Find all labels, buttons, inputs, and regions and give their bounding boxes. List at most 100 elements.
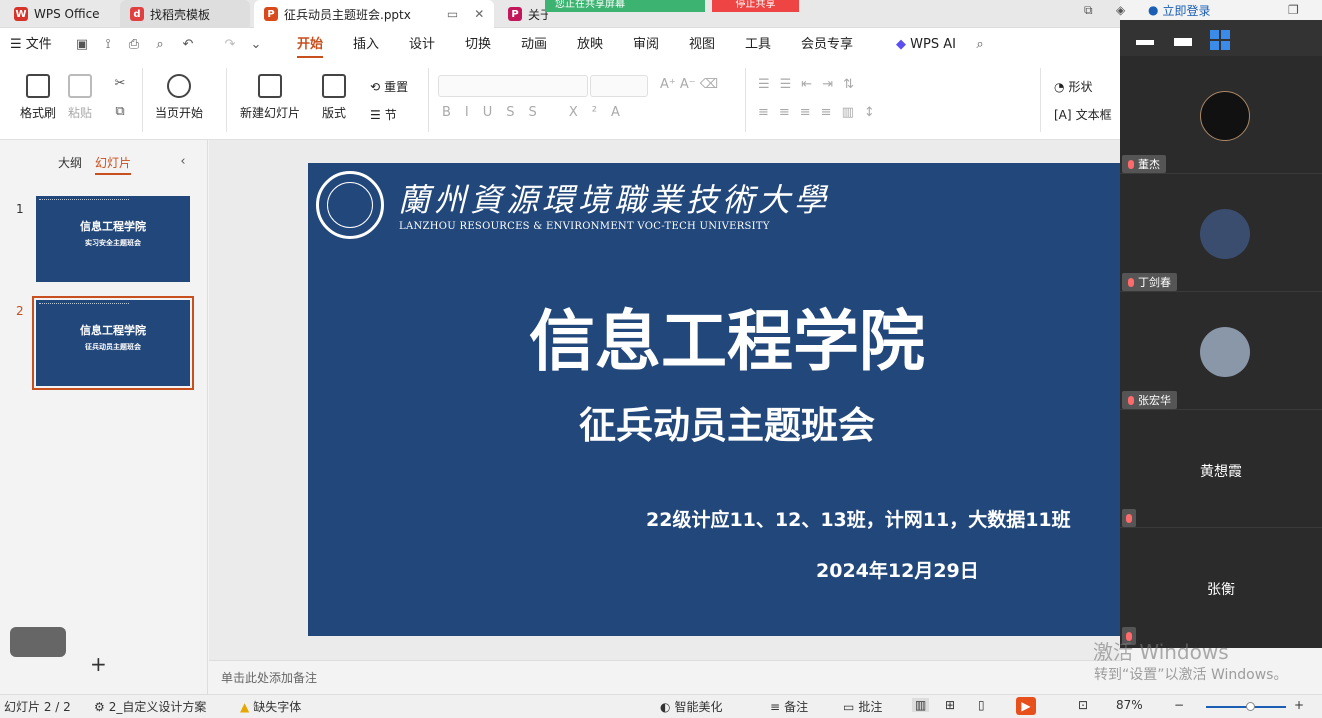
tab-slides[interactable]: 幻灯片 [95, 154, 132, 175]
separator [226, 68, 227, 132]
file-menu[interactable]: ☰ 文件 [10, 28, 52, 62]
brush-icon [26, 74, 50, 98]
menu-insert[interactable]: 插入 [353, 28, 379, 62]
slide-subtitle[interactable]: 征兵动员主题班会 [308, 395, 1120, 449]
paste-button[interactable]: 粘贴 [68, 74, 92, 121]
stop-sharing-button[interactable]: 停止共享 [712, 0, 799, 12]
comments-button[interactable]: ▭ 批注 [843, 698, 882, 715]
list-icons[interactable]: ☰☰⇤⇥⇅ [758, 77, 864, 92]
menu-design[interactable]: 设计 [409, 28, 435, 62]
wps-ai-label: WPS AI [910, 37, 956, 52]
cut-icon[interactable]: ✂ [112, 76, 128, 92]
new-slide-icon [258, 74, 282, 98]
notes-input[interactable]: 单击此处添加备注 [209, 660, 1120, 694]
tab-wps-office[interactable]: W WPS Office [4, 0, 114, 28]
more-chevron-icon[interactable]: ⌄ [248, 37, 264, 53]
participant-card[interactable]: 丁剑春 [1120, 175, 1322, 292]
zoom-slider-thumb[interactable] [1246, 702, 1255, 711]
restore-window-icon[interactable]: ❐ [1288, 0, 1299, 20]
section-button[interactable]: ☰ 节 [370, 106, 397, 123]
copy-icon[interactable]: ⧉ [112, 104, 128, 120]
screen-icon[interactable]: ▭ [447, 7, 458, 21]
thumbnail-number: 1 [16, 202, 24, 216]
design-scheme[interactable]: ⚙ 2_自定义设计方案 [94, 698, 206, 715]
layout-button[interactable]: 版式 [322, 74, 346, 121]
menu-tools[interactable]: 工具 [745, 28, 771, 62]
participant-card[interactable]: 黄想霞 [1120, 411, 1322, 528]
font-size-select[interactable] [590, 75, 648, 97]
window-icon[interactable]: ⧉ [1084, 0, 1093, 20]
save-icon[interactable]: ▣ [74, 37, 90, 53]
menu-home[interactable]: 开始 [297, 28, 324, 62]
minimize-icon[interactable] [1136, 40, 1154, 45]
notes-button[interactable]: ≡ 备注 [770, 698, 808, 715]
slide-title[interactable]: 信息工程学院 [308, 288, 1120, 384]
slide-thumbnail-1[interactable]: 信息工程学院 实习安全主题班会 [36, 196, 190, 282]
design-label: 2_自定义设计方案 [108, 700, 207, 714]
menu-transition[interactable]: 切换 [465, 28, 491, 62]
missing-font-label: 缺失字体 [253, 700, 302, 714]
fit-window-icon[interactable]: ⊡ [1078, 698, 1088, 712]
meeting-toolbar [1120, 20, 1322, 56]
slide-date[interactable]: 2024年12月29日 [816, 556, 979, 583]
tab-docer-templates[interactable]: d 找稻壳模板 [120, 0, 250, 28]
grow-font-icon[interactable]: A⁺ A⁻ ⌫ [660, 77, 718, 92]
add-slide-icon[interactable]: + [90, 652, 107, 676]
collapse-panel-icon[interactable]: ‹ [175, 154, 191, 170]
slide-thumbnail-2[interactable]: 信息工程学院 征兵动员主题班会 [32, 296, 194, 390]
menu-view[interactable]: 视图 [689, 28, 715, 62]
close-tab-icon[interactable]: ✕ [474, 7, 484, 21]
preview-icon[interactable]: ⌕ [152, 37, 168, 53]
window-mode-icon[interactable] [1174, 38, 1192, 46]
participant-label: 张宏华 [1122, 391, 1177, 409]
participant-card[interactable]: 张衡 [1120, 529, 1322, 646]
new-slide-button[interactable]: 新建幻灯片 [240, 74, 300, 121]
comment-icon: ▭ [843, 699, 855, 714]
share-icon[interactable]: ⟟ [100, 37, 116, 53]
grid-view-icon[interactable] [1210, 30, 1230, 50]
font-style-icons[interactable]: BIUSS X²A [442, 105, 634, 120]
zoom-in-icon[interactable]: + [1294, 698, 1304, 712]
participant-card[interactable]: 张宏华 [1120, 293, 1322, 410]
login-link[interactable]: ● 立即登录 [1148, 0, 1211, 20]
play-icon [167, 74, 191, 98]
menu-review[interactable]: 审阅 [633, 28, 659, 62]
reset-button[interactable]: ⟲ 重置 [370, 78, 408, 95]
font-name-select[interactable] [438, 75, 588, 97]
smart-beautify-button[interactable]: ◐ 智能美化 [660, 698, 723, 715]
from-current-slide-button[interactable]: 当页开始 [155, 74, 203, 121]
menu-slideshow[interactable]: 放映 [577, 28, 603, 62]
current-slide[interactable]: 蘭州資源環境職業技術大學 LANZHOU RESOURCES & ENVIRON… [308, 163, 1120, 636]
align-icons[interactable]: ≡≡≡≡▥↕ [758, 105, 885, 120]
sorter-view-icon[interactable]: ⊞ [945, 698, 955, 712]
search-icon[interactable]: ⌕ [972, 37, 988, 53]
slide-classes[interactable]: 22级计应11、12、13班，计网11，大数据11班 [646, 505, 1071, 532]
shape-button[interactable]: ◔ 形状 [1054, 78, 1093, 95]
play-slideshow-icon[interactable]: ▶ [1016, 697, 1036, 715]
comments-label: 批注 [858, 700, 883, 714]
format-painter-button[interactable]: 格式刷 [20, 74, 56, 121]
tab-current-pptx[interactable]: P 征兵动员主题班会.pptx ▭ ✕ [254, 0, 494, 28]
textbox-button[interactable]: [A] 文本框 [1054, 106, 1112, 123]
menu-member[interactable]: 会员专享 [801, 28, 853, 62]
menu-animation[interactable]: 动画 [521, 28, 547, 62]
cube-icon[interactable]: ◈ [1116, 0, 1125, 20]
undo-icon[interactable]: ↶ [180, 37, 196, 53]
tab-label: 找稻壳模板 [150, 7, 211, 22]
sharing-indicator[interactable]: 您正在共享屏幕 [545, 0, 705, 12]
reading-view-icon[interactable]: ▯ [978, 698, 985, 712]
print-icon[interactable]: ⎙ [126, 37, 142, 53]
tab-other-pptx[interactable]: P 关于 [498, 0, 548, 28]
normal-view-icon[interactable]: ▥ [912, 698, 930, 712]
zoom-level[interactable]: 87% [1116, 698, 1143, 712]
zoom-out-icon[interactable]: − [1174, 698, 1184, 712]
thumb-title: 信息工程学院 [80, 220, 146, 233]
missing-font[interactable]: ▲ 缺失字体 [240, 698, 301, 715]
tab-outline[interactable]: 大纲 [58, 154, 82, 171]
wps-ai-button[interactable]: ◆ WPS AI [896, 28, 956, 62]
mic-muted-icon [1128, 395, 1134, 405]
chat-bubble-icon[interactable] [10, 627, 66, 657]
redo-icon[interactable]: ↷ [222, 37, 238, 53]
participant-card[interactable]: 董杰 [1120, 57, 1322, 174]
participant-name: 张衡 [1207, 582, 1235, 598]
